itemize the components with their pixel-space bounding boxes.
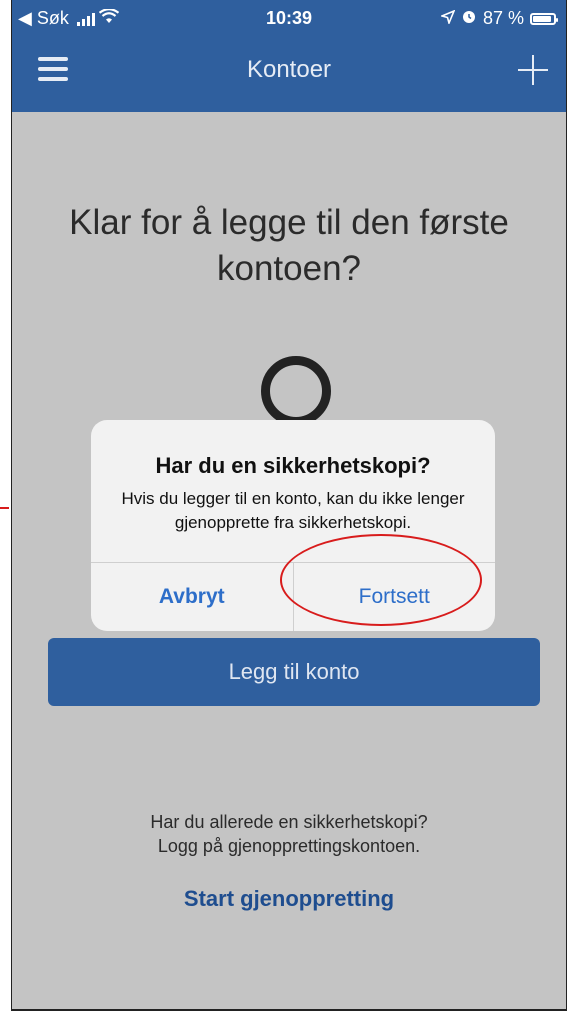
dialog-message: Hvis du legger til en konto, kan du ikke… (121, 489, 465, 532)
top-bar: ◀ Søk 10:39 87 % Kontoer (12, 0, 566, 112)
restore-prompt-line1: Har du allerede en sikkerhetskopi? (150, 812, 428, 832)
status-right: 87 % (439, 8, 558, 29)
add-icon[interactable] (518, 55, 548, 85)
onboarding-headline: Klar for å legge til den første kontoen? (69, 203, 509, 288)
cancel-button[interactable]: Avbryt (91, 563, 294, 631)
restore-prompt: Har du allerede en sikkerhetskopi? Logg … (12, 810, 566, 858)
dialog-title: Har du en sikkerhetskopi? (155, 453, 431, 478)
annotation-mark (0, 507, 9, 509)
backup-alert-dialog: Har du en sikkerhetskopi? Hvis du legger… (91, 420, 495, 631)
location-icon (439, 8, 456, 29)
phone-screen: ◀ Søk 10:39 87 % Kontoer Klar for å legg… (11, 0, 567, 1011)
page-title: Kontoer (246, 56, 332, 83)
alarm-icon (461, 8, 477, 29)
status-bar: ◀ Søk 10:39 87 % (12, 0, 566, 36)
add-account-button[interactable]: Legg til konto (48, 638, 540, 706)
battery-icon (530, 12, 558, 25)
dialog-actions: Avbryt Fortsett (91, 562, 495, 631)
start-restore-link[interactable]: Start gjenoppretting (12, 886, 566, 912)
restore-prompt-line2: Logg på gjenopprettingskontoen. (157, 836, 421, 856)
loading-spinner-icon (261, 356, 331, 426)
continue-button[interactable]: Fortsett (294, 563, 496, 631)
battery-percent: 87 % (482, 8, 524, 28)
